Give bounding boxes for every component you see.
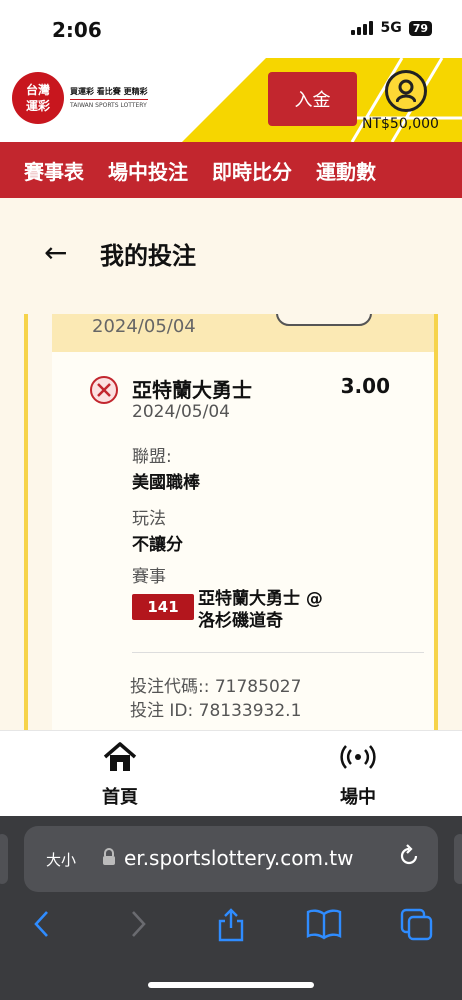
league-value: 美國職棒 (132, 473, 200, 493)
status-bar: 2:06 5G 79 (0, 0, 462, 58)
page-header: ← 我的投注 (0, 198, 462, 314)
lock-icon (103, 848, 115, 865)
text-size-button[interactable]: 大小 (46, 849, 76, 870)
league-label: 聯盟: (132, 447, 172, 467)
broadcast-icon (340, 745, 376, 769)
tab-home-label: 首頁 (102, 787, 138, 808)
nav-item-schedule[interactable]: 賽事表 (0, 156, 84, 185)
play-type-label: 玩法 (132, 509, 166, 529)
url-text[interactable]: er.sportslottery.com.tw (124, 846, 404, 870)
tabs-icon[interactable] (400, 908, 434, 942)
event-label: 賽事 (132, 567, 166, 587)
nav-item-live-betting[interactable]: 場中投注 (84, 156, 188, 185)
match-line-2: 洛杉磯道奇 (198, 611, 283, 631)
bookmarks-icon[interactable] (306, 908, 342, 940)
bet-ticket[interactable]: 2024/05/04 亞特蘭大勇士 3.00 2024/05/04 聯盟: 美國… (24, 314, 438, 730)
forward-icon[interactable] (128, 908, 148, 940)
ticket-header: 2024/05/04 (52, 314, 434, 352)
signal-icon (351, 21, 374, 35)
ticket-header-date: 2024/05/04 (92, 316, 196, 337)
tab-home[interactable]: 首頁 (80, 741, 160, 809)
match-line-1: 亞特蘭大勇士 @ (198, 589, 323, 609)
network-type: 5G (380, 20, 402, 36)
home-icon (103, 742, 137, 771)
share-icon[interactable] (216, 908, 246, 942)
back-icon[interactable] (32, 908, 52, 940)
lost-status-icon (90, 376, 118, 404)
ticket-body: 亞特蘭大勇士 3.00 2024/05/04 聯盟: 美國職棒 玩法 不讓分 賽… (52, 352, 434, 730)
tab-live-label: 場中 (340, 787, 376, 808)
bet-code: 投注代碼:: 71785027 (130, 677, 302, 697)
bets-content: 2024/05/04 亞特蘭大勇士 3.00 2024/05/04 聯盟: 美國… (0, 314, 462, 730)
previous-tab-peek[interactable] (0, 834, 8, 884)
browser-toolbar (0, 908, 462, 948)
account-icon[interactable] (385, 70, 427, 112)
page-title: 我的投注 (100, 242, 196, 270)
play-type-value: 不讓分 (132, 535, 183, 555)
tab-live[interactable]: 場中 (318, 741, 398, 809)
home-indicator[interactable] (148, 982, 314, 988)
bet-selection: 亞特蘭大勇士 (132, 378, 252, 402)
match-name: 亞特蘭大勇士 @ 洛杉磯道奇 (198, 588, 323, 632)
address-bar[interactable]: 大小 er.sportslottery.com.tw (24, 826, 438, 892)
back-arrow-icon[interactable]: ← (44, 236, 67, 269)
bet-id: 投注 ID: 78133932.1 (130, 701, 302, 721)
next-tab-peek[interactable] (454, 834, 462, 884)
bet-date: 2024/05/04 (132, 402, 230, 422)
browser-chrome: 大小 er.sportslottery.com.tw (0, 816, 462, 1000)
status-icons: 5G 79 (351, 20, 432, 36)
logo-tagline: 買運彩 看比賽 更精彩 TAIWAN SPORTS LOTTERY (70, 87, 148, 109)
deposit-button[interactable]: 入金 (268, 72, 357, 126)
site-logo[interactable]: 台灣 運彩 (12, 72, 64, 124)
account-balance: NT$50,000 (362, 116, 439, 132)
bet-odds: 3.00 (340, 374, 390, 398)
nav-item-sports-data[interactable]: 運動數 (292, 156, 376, 185)
divider (132, 652, 424, 653)
site-header: 台灣 運彩 買運彩 看比賽 更精彩 TAIWAN SPORTS LOTTERY 入… (0, 58, 462, 142)
game-number-badge: 141 (132, 594, 194, 620)
main-nav: 賽事表 場中投注 即時比分 運動數 (0, 142, 462, 198)
reload-icon[interactable] (398, 844, 420, 868)
nav-item-live-score[interactable]: 即時比分 (188, 156, 292, 185)
status-badge (276, 314, 372, 326)
battery-icon: 79 (408, 20, 432, 36)
bottom-tab-bar: 首頁 場中 (0, 730, 462, 816)
clock: 2:06 (52, 18, 102, 42)
